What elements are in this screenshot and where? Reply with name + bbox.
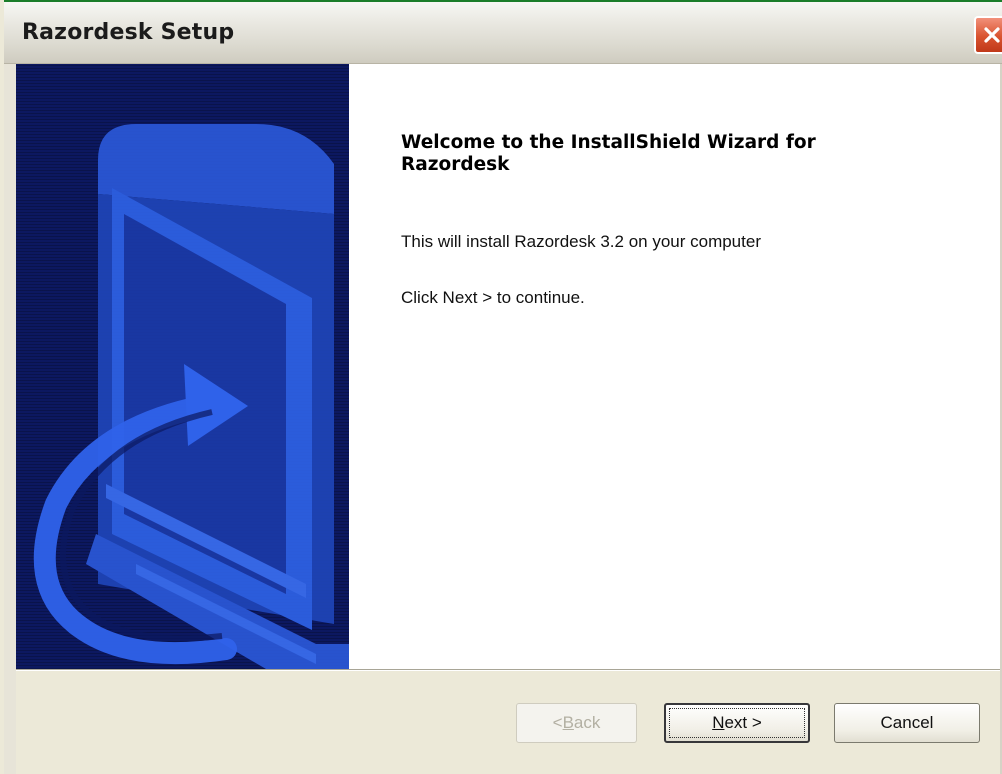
back-button[interactable]: < Back	[516, 703, 637, 743]
cancel-button[interactable]: Cancel	[834, 703, 980, 743]
installshield-graphic-icon	[33, 124, 349, 669]
window-left-border	[4, 64, 16, 774]
next-accelerator: N	[712, 713, 725, 732]
window-title: Razordesk Setup	[22, 20, 235, 45]
back-prefix: <	[552, 713, 563, 732]
welcome-heading: Welcome to the InstallShield Wizard for …	[401, 132, 816, 175]
continue-instruction: Click Next > to continue.	[401, 288, 585, 307]
next-button[interactable]: Next >	[664, 703, 810, 743]
wizard-footer: < Back Next > Cancel	[16, 671, 1002, 774]
back-accelerator: B	[562, 713, 574, 732]
next-rest: ext >	[724, 713, 762, 732]
install-description: This will install Razordesk 3.2 on your …	[401, 232, 761, 251]
wizard-banner	[16, 64, 349, 669]
setup-window: Razordesk Setup Welcome to the InstallSh…	[0, 0, 1002, 774]
close-button[interactable]	[974, 16, 1002, 54]
back-rest: ack	[573, 713, 601, 732]
wizard-content: Welcome to the InstallShield Wizard for …	[349, 64, 1002, 669]
title-bar[interactable]: Razordesk Setup	[4, 0, 1002, 64]
close-icon	[984, 27, 1000, 43]
